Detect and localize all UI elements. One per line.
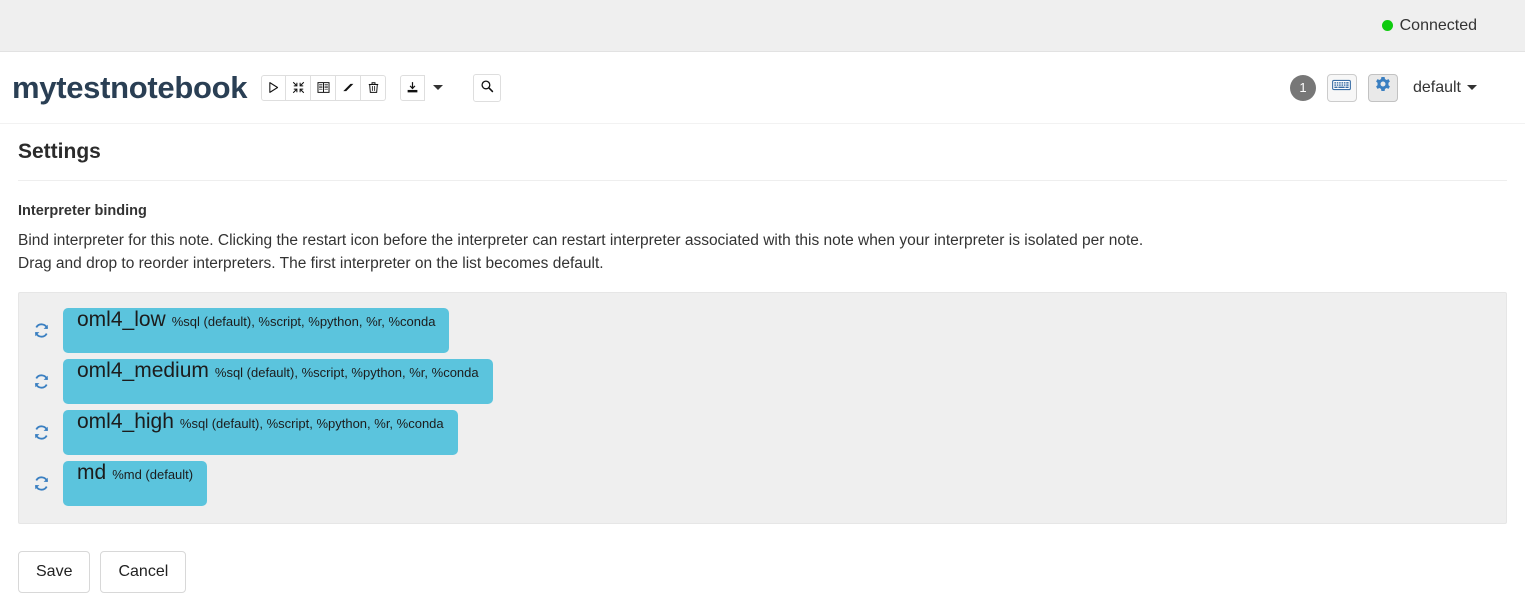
restart-interpreter-icon[interactable] (19, 373, 63, 390)
interpreter-binding-description: Bind interpreter for this note. Clicking… (12, 219, 1513, 275)
toggle-show-hide-code-button[interactable] (286, 74, 312, 101)
interpreter-name: oml4_medium (77, 359, 209, 382)
interpreter-chip[interactable]: md %md (default) (63, 461, 208, 506)
search-icon (480, 79, 494, 96)
keyboard-icon (1332, 78, 1352, 97)
interpreter-chip[interactable]: oml4_high %sql (default), %script, %pyth… (63, 410, 458, 455)
restart-interpreter-icon[interactable] (19, 322, 63, 339)
interpreter-chip[interactable]: oml4_low %sql (default), %script, %pytho… (63, 308, 450, 353)
list-item[interactable]: md %md (default) (19, 458, 1506, 509)
export-note-button[interactable] (400, 74, 426, 101)
restart-interpreter-icon[interactable] (19, 424, 63, 441)
notebook-header: mytestnotebook 1 default (0, 52, 1525, 124)
status-bar: Connected (0, 0, 1525, 52)
keyboard-shortcuts-button[interactable] (1326, 73, 1357, 102)
list-item[interactable]: oml4_low %sql (default), %script, %pytho… (19, 305, 1506, 356)
description-line-1: Bind interpreter for this note. Clicking… (18, 232, 1144, 249)
connection-status: Connected (1381, 16, 1477, 35)
settings-body: Settings Interpreter binding Bind interp… (0, 124, 1525, 593)
export-icon (406, 81, 419, 94)
interpreter-version-label: default (1412, 78, 1461, 96)
interpreter-binding-label: Interpreter binding (18, 203, 147, 219)
export-format-dropdown-toggle[interactable] (425, 85, 451, 90)
notebook-header-actions: 1 default (1289, 73, 1477, 102)
interpreter-version-dropdown[interactable]: default (1413, 79, 1477, 97)
interpreter-binding-list: oml4_low %sql (default), %script, %pytho… (18, 292, 1507, 524)
cancel-button[interactable]: Cancel (100, 551, 187, 593)
delete-note-button[interactable] (361, 74, 387, 101)
interpreter-modes: %sql (default), %script, %python, %r, %c… (171, 314, 436, 329)
trash-icon (367, 81, 380, 94)
book-icon (317, 81, 330, 94)
interpreter-name: oml4_low (77, 308, 166, 331)
notebook-title[interactable]: mytestnotebook (12, 70, 248, 106)
run-all-paragraphs-button[interactable] (261, 74, 287, 101)
gear-icon (1375, 77, 1391, 98)
chevron-down-icon (1467, 85, 1477, 90)
interpreter-modes: %md (default) (112, 467, 194, 482)
interpreter-modes: %sql (default), %script, %python, %r, %c… (214, 365, 479, 380)
clear-output-button[interactable] (336, 74, 362, 101)
toggle-show-hide-output-button[interactable] (311, 74, 337, 101)
page-title: Settings (18, 140, 101, 163)
interpreter-chip[interactable]: oml4_medium %sql (default), %script, %py… (63, 359, 493, 404)
notebook-toolbar (261, 74, 387, 101)
note-settings-button[interactable] (1367, 73, 1398, 102)
export-note-group (400, 74, 451, 101)
collapse-icon (292, 81, 305, 94)
save-button[interactable]: Save (18, 551, 91, 593)
interpreter-name: md (77, 461, 107, 484)
connection-status-label: Connected (1399, 16, 1477, 34)
connection-indicator-dot (1381, 20, 1393, 31)
revision-count-badge[interactable]: 1 (1289, 74, 1316, 101)
list-item[interactable]: oml4_high %sql (default), %script, %pyth… (19, 407, 1506, 458)
eraser-icon (342, 81, 355, 94)
interpreter-modes: %sql (default), %script, %python, %r, %c… (179, 416, 444, 431)
chevron-down-icon (433, 85, 444, 90)
description-line-2: Drag and drop to reorder interpreters. T… (18, 255, 604, 272)
restart-interpreter-icon[interactable] (19, 475, 63, 492)
interpreter-name: oml4_high (77, 410, 174, 433)
list-item[interactable]: oml4_medium %sql (default), %script, %py… (19, 356, 1506, 407)
search-code-button[interactable] (473, 73, 502, 102)
play-icon (267, 81, 280, 94)
settings-actions: Save Cancel (12, 524, 1513, 593)
